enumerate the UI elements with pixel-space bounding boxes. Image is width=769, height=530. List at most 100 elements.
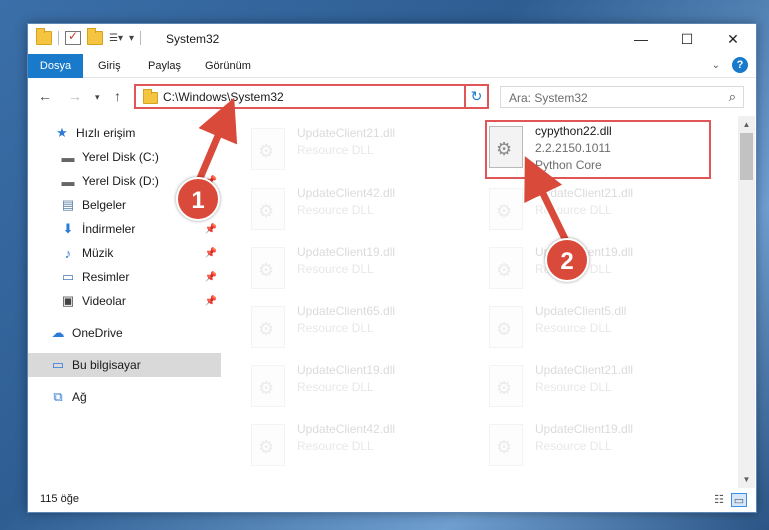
sidebar-item-this-pc[interactable]: ▭ Bu bilgisayar <box>28 353 221 377</box>
file-name: UpdateClient21.dll <box>535 363 634 377</box>
forward-arrow-icon[interactable]: → <box>68 88 82 104</box>
step-1-badge: 1 <box>176 177 220 221</box>
sidebar-item-label: OneDrive <box>72 326 123 340</box>
divider <box>58 31 59 45</box>
navigation-bar: ← → ▾ ↑ C:\Windows\System32 ▾ ↻ Ara: Sys… <box>28 78 756 114</box>
dll-file-icon: ⚙ <box>489 306 523 348</box>
sidebar-item-downloads[interactable]: ⬇ İndirmeler 📌 <box>28 217 221 241</box>
file-type: Resource DLL <box>297 321 374 335</box>
file-tile[interactable]: ⚙ UpdateClient21.dll Resource DLL <box>223 120 453 176</box>
help-icon[interactable]: ? <box>732 57 748 73</box>
sidebar-item-label: Ağ <box>72 390 87 404</box>
file-explorer-window: ☰▾ ▾ System32 — ☐ ✕ Dosya Giriş Paylaş G… <box>27 23 757 513</box>
ribbon-tabs: Dosya Giriş Paylaş Görünüm ⌄ ? <box>28 54 756 78</box>
file-tile[interactable]: ⚙ UpdateClient5.dll Resource DLL <box>461 298 691 354</box>
search-box[interactable]: Ara: System32 ⌕ <box>500 86 744 108</box>
pin-icon[interactable]: 📌 <box>205 296 217 307</box>
expand-ribbon-icon[interactable]: ⌄ <box>712 60 720 71</box>
drive-icon: ▬ <box>61 173 75 189</box>
file-name: UpdateClient42.dll <box>297 422 396 436</box>
file-name: UpdateClient19.dll <box>297 363 396 377</box>
file-type: Resource DLL <box>297 439 374 453</box>
close-button[interactable]: ✕ <box>710 24 756 54</box>
maximize-button[interactable]: ☐ <box>664 24 710 54</box>
tiles-view-icon[interactable]: ▭ <box>731 493 747 507</box>
pin-icon[interactable]: 📌 <box>205 272 217 283</box>
sidebar-item-label: Müzik <box>82 246 114 260</box>
sidebar-item-label: Bu bilgisayar <box>72 358 141 372</box>
file-name: UpdateClient5.dll <box>535 304 627 318</box>
file-tile[interactable]: ⚙ UpdateClient19.dll Resource DLL <box>223 239 453 295</box>
file-tile[interactable]: ⚙ UpdateClient19.dll Resource DLL <box>461 416 691 472</box>
file-tile[interactable]: ⚙ UpdateClient65.dll Resource DLL <box>223 298 453 354</box>
tab-view[interactable]: Görünüm <box>205 54 251 78</box>
refresh-button[interactable]: ↻ <box>464 84 489 109</box>
pin-icon[interactable]: 📌 <box>205 248 217 259</box>
sidebar-item-label: Hızlı erişim <box>76 126 136 140</box>
dll-file-icon: ⚙ <box>489 424 523 466</box>
window-title: System32 <box>166 32 220 46</box>
file-name: UpdateClient21.dll <box>297 126 396 140</box>
new-folder-icon[interactable] <box>87 28 103 45</box>
sidebar-item-label: Yerel Disk (C:) <box>82 150 159 164</box>
address-path[interactable]: C:\Windows\System32 <box>163 90 284 104</box>
item-count: 115 öğe <box>40 493 79 505</box>
sidebar-item-onedrive[interactable]: ☁ OneDrive <box>28 321 221 345</box>
scroll-down-icon[interactable]: ▼ <box>738 471 755 488</box>
scroll-thumb[interactable] <box>740 133 753 180</box>
file-name: UpdateClient19.dll <box>535 422 634 436</box>
sidebar-item-pictures[interactable]: ▭ Resimler 📌 <box>28 265 221 289</box>
pin-icon[interactable]: 📌 <box>205 224 217 235</box>
scroll-up-icon[interactable]: ▲ <box>738 116 755 133</box>
vertical-scrollbar[interactable]: ▲ ▼ <box>738 116 755 488</box>
sidebar-item-label: Videolar <box>82 294 126 308</box>
sidebar-item-videos[interactable]: ▣ Videolar 📌 <box>28 289 221 313</box>
sidebar-item-label: Belgeler <box>82 198 127 212</box>
sidebar-item-music[interactable]: ♪ Müzik 📌 <box>28 241 221 265</box>
sidebar-item-label: İndirmeler <box>82 222 136 236</box>
up-arrow-icon[interactable]: ↑ <box>114 88 121 104</box>
file-list: ⚙ UpdateClient21.dll Resource DLL ⚙ Upda… <box>223 116 738 486</box>
this-pc-icon: ▭ <box>51 357 65 372</box>
recent-locations-icon[interactable]: ▾ <box>95 92 100 103</box>
search-placeholder: Ara: System32 <box>509 91 588 105</box>
file-type: Resource DLL <box>297 203 374 217</box>
highlight-box <box>485 120 711 179</box>
file-name: UpdateClient65.dll <box>297 304 396 318</box>
dll-file-icon: ⚙ <box>251 128 285 170</box>
back-arrow-icon[interactable]: ← <box>38 88 52 104</box>
sidebar-item-label: Resimler <box>82 270 130 284</box>
sidebar-item-label: Yerel Disk (D:) <box>82 174 159 188</box>
folder-icon <box>36 28 52 45</box>
file-tile[interactable]: ⚙ UpdateClient42.dll Resource DLL <box>223 416 453 472</box>
customize-toolbar-icon[interactable]: ☰▾ <box>109 33 123 44</box>
sidebar-item-local-disk-c[interactable]: ▬ Yerel Disk (C:) <box>28 145 221 169</box>
address-bar[interactable]: C:\Windows\System32 ▾ <box>134 84 487 109</box>
tab-file[interactable]: Dosya <box>28 54 83 78</box>
file-tile[interactable]: ⚙ UpdateClient21.dll Resource DLL <box>461 180 691 236</box>
tab-share[interactable]: Paylaş <box>148 54 181 78</box>
search-icon[interactable]: ⌕ <box>729 89 736 105</box>
file-name: UpdateClient42.dll <box>297 186 396 200</box>
drive-icon: ▬ <box>61 149 75 165</box>
dll-file-icon: ⚙ <box>489 247 523 289</box>
navigation-pane: ★ Hızlı erişim ▬ Yerel Disk (C:) ▬ Yerel… <box>28 116 221 486</box>
file-tile[interactable]: ⚙ UpdateClient19.dll Resource DLL <box>223 357 453 413</box>
toolbar-dropdown-icon[interactable]: ▾ <box>129 33 134 44</box>
file-type: Resource DLL <box>535 203 612 217</box>
file-name: UpdateClient21.dll <box>535 186 634 200</box>
sidebar-item-network[interactable]: ⧉ Ağ <box>28 385 221 409</box>
minimize-button[interactable]: — <box>618 24 664 54</box>
details-view-icon[interactable]: ☷ <box>711 493 727 507</box>
dll-file-icon: ⚙ <box>251 306 285 348</box>
star-icon: ★ <box>56 125 68 140</box>
documents-icon: ▤ <box>61 197 75 212</box>
file-tile[interactable]: ⚙ UpdateClient42.dll Resource DLL <box>223 180 453 236</box>
file-tile[interactable]: ⚙ UpdateClient21.dll Resource DLL <box>461 357 691 413</box>
properties-icon[interactable] <box>65 29 81 45</box>
dll-file-icon: ⚙ <box>489 188 523 230</box>
dll-file-icon: ⚙ <box>251 424 285 466</box>
tab-home[interactable]: Giriş <box>98 54 121 78</box>
sidebar-item-quick-access[interactable]: ★ Hızlı erişim <box>28 121 221 145</box>
step-2-badge: 2 <box>545 238 589 282</box>
